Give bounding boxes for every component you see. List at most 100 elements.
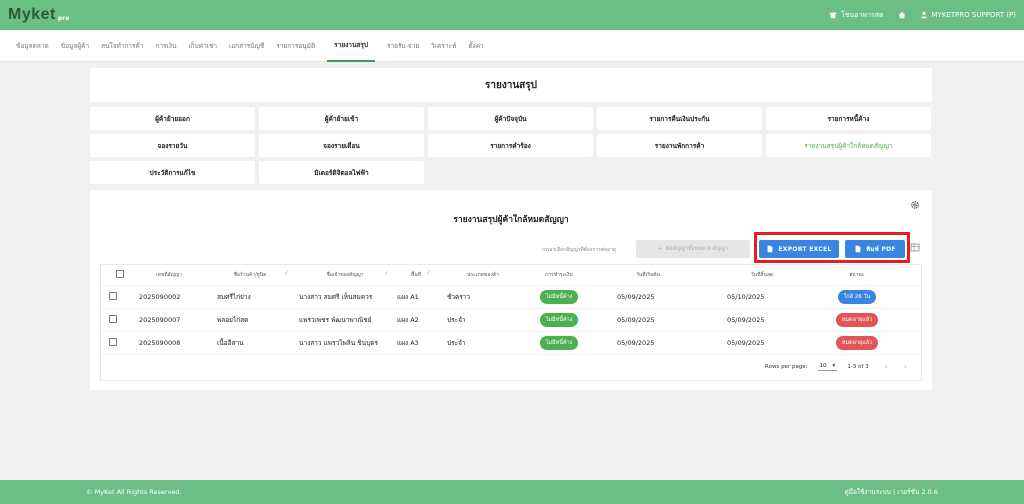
col-shop-label: ชื่อร้านค้า/ยูนิต (233, 272, 267, 278)
table-pagination: Rows per page: 10 ▾ 1-3 of 3 ‹ › (100, 353, 922, 381)
tile-suspensions[interactable]: รายงานพักการค้า (597, 134, 762, 157)
tile-debts[interactable]: รายการหนี้ค้าง (766, 107, 931, 130)
export-excel-label: EXPORT EXCEL (778, 245, 832, 253)
cell-type: ประจำ (447, 316, 466, 324)
col-payment[interactable]: การชำระเงิน (527, 271, 587, 279)
table-row[interactable]: 2025090008 เนื้ออีสาน นางสาว แพรวไพลิน ช… (101, 332, 921, 355)
report-toolbar: กรุณาเลือกสัญญาที่ต้องการต่ออายุ + ต่อสั… (90, 232, 932, 263)
renew-hint: กรุณาเลือกสัญญาที่ต้องการต่ออายุ (542, 247, 616, 253)
file-icon (767, 245, 773, 253)
nav-approvals[interactable]: รายการอนุมัติ (276, 29, 315, 62)
renew-all-label: ต่อสัญญาทั้งหมด 0 สัญญา (665, 246, 729, 252)
col-area[interactable]: พื้นที่ ⁄ (393, 270, 435, 279)
tile-deposit-refund[interactable]: รายการคืนเงินประกัน (597, 107, 762, 130)
col-start[interactable]: วันที่เริ่มต้น (587, 271, 705, 279)
gear-icon[interactable] (910, 200, 920, 210)
copyright: © MyKet All Rights Reserved. (86, 488, 182, 496)
sort-icon[interactable]: ⁄ (428, 270, 429, 277)
store-selector[interactable]: โชนอาหารสด (829, 10, 884, 21)
nav-reports[interactable]: รายงานสรุป (327, 29, 375, 62)
tile-moved-out[interactable]: ผู้ค้าย้ายออก (90, 107, 255, 130)
store-icon (829, 12, 837, 19)
rows-per-page-select[interactable]: 10 ▾ (817, 362, 838, 371)
status-badge: หมดอายุแล้ว (835, 313, 879, 327)
select-all-checkbox[interactable] (116, 270, 124, 278)
rows-per-page-label: Rows per page: (765, 363, 808, 370)
chevron-down-icon: ▾ (832, 363, 836, 369)
col-area-label: พื้นที่ (410, 272, 421, 278)
cell-end: 05/10/2025 (727, 293, 765, 301)
rows-per-page-value: 10 (819, 363, 827, 369)
logo-sub: pro (57, 15, 70, 22)
tile-digital-meter[interactable]: มิเตอร์ดิจิตอลไฟฟ้า (259, 161, 424, 184)
row-checkbox[interactable] (109, 292, 117, 300)
sort-icon[interactable]: ⁄ (286, 270, 287, 277)
report-menu: ผู้ค้าย้ายออก ผู้ค้าย้ายเข้า ผู้ค้าปัจจุ… (90, 107, 932, 184)
table-row[interactable]: 2025090007 พลอยไก่สด แพรวเพชร พัฒนาพาณิช… (101, 309, 921, 332)
prev-page-icon[interactable]: ‹ (885, 362, 888, 371)
cell-contract: 2025090008 (139, 339, 181, 347)
status-badge: ใกล้ 26 วัน (837, 290, 877, 304)
page-header: รายงานสรุป (90, 68, 932, 102)
col-status[interactable]: สถานะ (815, 271, 895, 279)
cell-shop: เนื้ออีสาน (217, 339, 244, 347)
tile-expiring-contracts[interactable]: รายงานสรุปผู้ค้าใกล้หมดสัญญา (766, 134, 931, 157)
file-icon (855, 245, 861, 253)
logo-text: Myket (8, 6, 56, 23)
row-checkbox[interactable] (109, 315, 117, 323)
column-settings-icon[interactable] (910, 243, 920, 253)
main-nav: ข้อมูลตลาด ข้อมูลผู้ค้า สนใจทำการค้า การ… (0, 30, 1024, 62)
nav-finance[interactable]: การเงิน (156, 29, 177, 62)
nav-income-expense[interactable]: รายรับ-จ่าย (387, 29, 419, 62)
tile-daily-booking[interactable]: จองรายวัน (90, 134, 255, 157)
tile-requests[interactable]: รายการคำร้อง (428, 134, 593, 157)
cell-area: แผง A2 (397, 316, 419, 324)
cell-owner: นางสาว แพรวไพลิน ชินบุตร (299, 339, 378, 347)
table-row[interactable]: 2025090002 สมศรีไก่ย่าง นางสาว สมศรี เห็… (101, 286, 921, 309)
contracts-table: เลขที่สัญญา ชื่อร้านค้า/ยูนิต ⁄ ชื่อเจ้าข… (100, 264, 922, 355)
cell-contract: 2025090007 (139, 316, 181, 324)
payment-badge: ไม่มีหนี้ค้าง (539, 290, 579, 304)
payment-badge: ไม่มีหนี้ค้าง (539, 336, 579, 350)
report-card: รายงานสรุปผู้ค้าใกล้หมดสัญญา กรุณาเลือกส… (90, 190, 932, 390)
col-end[interactable]: วันที่สิ้นสุด (705, 271, 815, 279)
payment-badge: ไม่มีหนี้ค้าง (539, 313, 579, 327)
col-type[interactable]: ประเภทของค้า (435, 271, 527, 279)
page-title: รายงานสรุป (484, 79, 537, 91)
user-menu[interactable]: MYKETPRO SUPPORT (P) (920, 11, 1016, 19)
tile-edit-history[interactable]: ประวัติการแก้ไข (90, 161, 255, 184)
nav-analysis[interactable]: วิเคราะห์ (431, 29, 456, 62)
status-badge: หมดอายุแล้ว (835, 336, 879, 350)
top-bar: Myket pro โชนอาหารสด MYKETPRO SUPPORT (P… (0, 0, 1024, 30)
nav-merchant-info[interactable]: ข้อมูลผู้ค้า (61, 29, 89, 62)
col-owner[interactable]: ชื่อเจ้าของสัญญา ⁄ (293, 270, 393, 279)
cell-start: 05/09/2025 (617, 339, 655, 347)
cell-end: 05/09/2025 (727, 316, 765, 324)
sort-icon[interactable]: ⁄ (386, 270, 387, 277)
tile-moved-in[interactable]: ผู้ค้าย้ายเข้า (259, 107, 424, 130)
nav-settings[interactable]: ตั้งค่า (468, 29, 483, 62)
report-title: รายงานสรุปผู้ค้าใกล้หมดสัญญา (453, 215, 569, 225)
store-label: โชนอาหารสด (840, 10, 884, 19)
nav-rent[interactable]: เก็บค่าเช่า (188, 29, 217, 62)
nav-market-info[interactable]: ข้อมูลตลาด (16, 29, 49, 62)
tile-current[interactable]: ผู้ค้าปัจจุบัน (428, 107, 593, 130)
col-shop[interactable]: ชื่อร้านค้า/ยูนิต ⁄ (203, 270, 293, 279)
logo[interactable]: Myket pro (8, 6, 69, 24)
export-excel-button[interactable]: EXPORT EXCEL (759, 240, 839, 258)
cell-start: 05/09/2025 (617, 316, 655, 324)
cell-contract: 2025090002 (139, 293, 181, 301)
next-page-icon[interactable]: › (904, 362, 907, 371)
cell-owner: นางสาว สมศรี เห็นสมควร (299, 293, 373, 301)
print-pdf-button[interactable]: พิมพ์ PDF (845, 240, 905, 258)
cell-area: แผง A1 (397, 293, 419, 301)
home-icon[interactable] (898, 11, 906, 19)
cell-shop: สมศรีไก่ย่าง (217, 293, 251, 301)
manual-link[interactable]: คู่มือใช้งานระบบ | เวอร์ชั่น 2.0.6 (844, 487, 938, 497)
tile-monthly-booking[interactable]: จองรายเดือน (259, 134, 424, 157)
row-checkbox[interactable] (109, 338, 117, 346)
nav-accounting[interactable]: เอกสารบัญชี (229, 29, 264, 62)
col-contract[interactable]: เลขที่สัญญา (131, 271, 203, 279)
cell-area: แผง A3 (397, 339, 419, 347)
nav-interested[interactable]: สนใจทำการค้า (101, 29, 143, 62)
